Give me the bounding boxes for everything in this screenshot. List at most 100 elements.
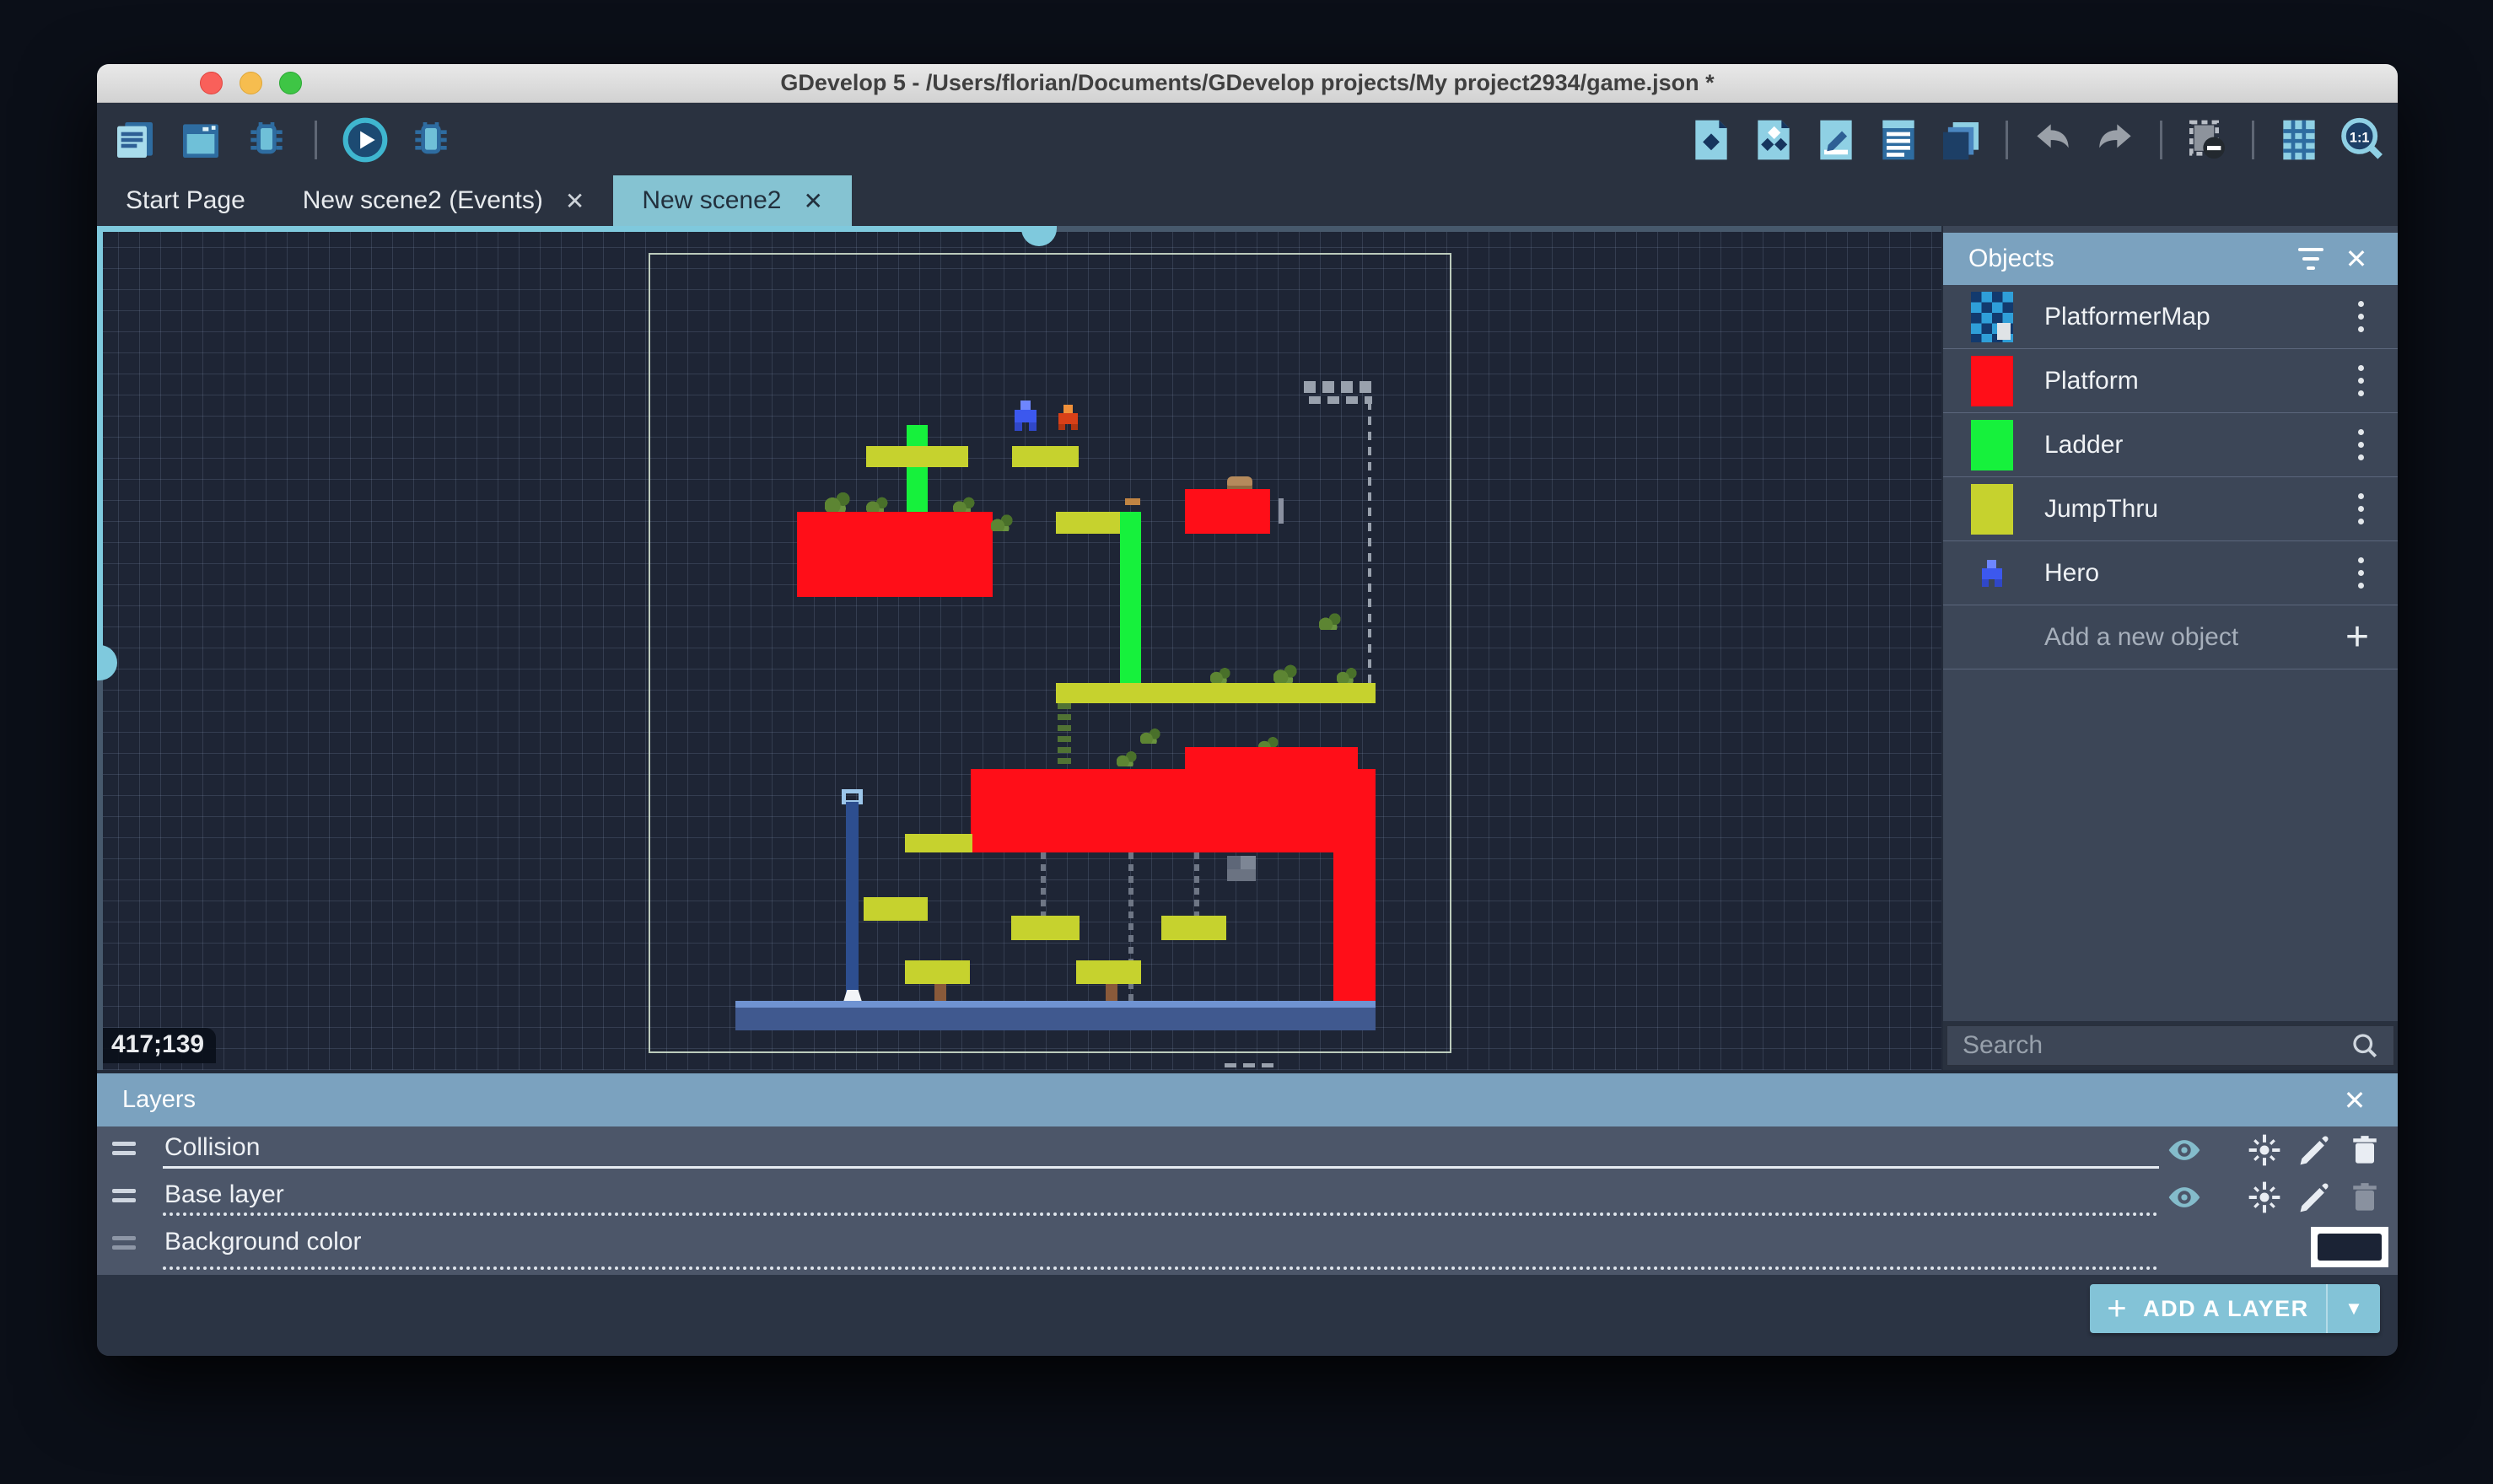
- scene-instance-graybar[interactable]: [1279, 498, 1284, 524]
- scene-instance-jump[interactable]: [866, 446, 968, 467]
- layer-row-background-color[interactable]: Background color: [97, 1221, 2398, 1275]
- scene-instance-creature[interactable]: [1227, 476, 1252, 490]
- undo-icon[interactable]: [2028, 116, 2077, 164]
- scene-editor-canvas[interactable]: 417;139: [97, 226, 1941, 1070]
- scene-instance-ladder[interactable]: [1120, 512, 1141, 683]
- scene-instance-blocks[interactable]: [1309, 396, 1372, 404]
- scene-instance-grass[interactable]: [1273, 663, 1297, 683]
- scene-instance-grass[interactable]: [1319, 611, 1341, 630]
- scene-instance-enemy[interactable]: [1058, 405, 1078, 430]
- scene-instance-jump[interactable]: [905, 960, 970, 984]
- layer-effects-icon[interactable]: [2244, 1130, 2285, 1170]
- horizontal-scrollbar-knob[interactable]: [1021, 226, 1057, 246]
- zoom-1-1-icon[interactable]: 1:1: [2337, 116, 2386, 164]
- minimize-window-button[interactable]: [240, 72, 262, 94]
- vertical-scrollbar[interactable]: [97, 226, 103, 1070]
- scene-instance-ground[interactable]: [735, 1001, 1376, 1030]
- visibility-eye-icon[interactable]: [2164, 1130, 2205, 1170]
- object-row-ladder[interactable]: Ladder: [1943, 413, 2398, 477]
- scene-instance-jump[interactable]: [1012, 446, 1079, 467]
- scene-instance-post[interactable]: [1106, 984, 1117, 1003]
- tab-new-scene2[interactable]: New scene2 ✕: [613, 175, 852, 226]
- object-menu-icon[interactable]: [2358, 429, 2364, 460]
- grid-icon[interactable]: [2275, 116, 2323, 164]
- layer-row-collision[interactable]: Collision: [97, 1126, 2398, 1174]
- delete-layer-trash-icon[interactable]: [2345, 1130, 2385, 1170]
- layer-effects-icon[interactable]: [2244, 1177, 2285, 1218]
- visibility-eye-icon[interactable]: [2164, 1177, 2205, 1218]
- close-window-button[interactable]: [200, 72, 223, 94]
- scene-instance-post[interactable]: [934, 984, 946, 1003]
- object-menu-icon[interactable]: [2358, 301, 2364, 332]
- vertical-scrollbar-knob[interactable]: [97, 645, 117, 680]
- scene-instance-hero[interactable]: [1015, 401, 1037, 431]
- scene-instance-jump[interactable]: [1011, 916, 1080, 940]
- scene-instance-grass[interactable]: [1337, 666, 1357, 683]
- properties-icon[interactable]: [1812, 116, 1860, 164]
- scene-instance-grass[interactable]: [1117, 750, 1137, 766]
- drag-handle-icon[interactable]: [112, 1189, 136, 1202]
- scene-instance-blocks[interactable]: [1225, 1063, 1273, 1067]
- drag-handle-icon[interactable]: [112, 1142, 136, 1155]
- tab-new-scene2-events[interactable]: New scene2 (Events) ✕: [274, 175, 614, 226]
- scene-instance-ladder[interactable]: [907, 425, 928, 512]
- scene-instance-dashline[interactable]: [1368, 401, 1371, 683]
- add-new-object-row[interactable]: Add a new object +: [1943, 605, 2398, 669]
- debug-network-icon[interactable]: [407, 116, 455, 164]
- scene-instance-platform[interactable]: [1333, 852, 1376, 1001]
- scene-instance-platform[interactable]: [971, 769, 1376, 852]
- add-layer-button[interactable]: + ADD A LAYER ▼: [2090, 1284, 2380, 1333]
- object-icon[interactable]: [1687, 116, 1736, 164]
- object-row-hero[interactable]: Hero: [1943, 541, 2398, 605]
- search-input[interactable]: [1961, 1030, 2350, 1061]
- scene-instance-grass[interactable]: [866, 496, 888, 513]
- scene-instance-marker[interactable]: [1125, 498, 1140, 505]
- deselect-instances-icon[interactable]: [2183, 116, 2232, 164]
- horizontal-scrollbar[interactable]: [97, 226, 1941, 232]
- object-menu-icon[interactable]: [2358, 493, 2364, 524]
- scene-instance-jump[interactable]: [905, 834, 972, 852]
- tab-start-page[interactable]: Start Page: [97, 175, 274, 226]
- project-manager-icon[interactable]: [110, 116, 159, 164]
- scene-instance-platform[interactable]: [797, 512, 993, 597]
- scene-instance-jump[interactable]: [1056, 683, 1376, 703]
- add-layer-dropdown[interactable]: ▼: [2326, 1284, 2380, 1333]
- scene-instance-grass[interactable]: [953, 496, 975, 513]
- scene-instance-grass[interactable]: [991, 513, 1013, 531]
- scene-instance-bricks[interactable]: [1227, 856, 1256, 881]
- zoom-window-button[interactable]: [279, 72, 302, 94]
- scene-instance-platform[interactable]: [1185, 747, 1358, 769]
- scene-instance-pole[interactable]: [846, 802, 859, 1004]
- scene-instance-jump[interactable]: [1076, 960, 1141, 984]
- edit-layer-pencil-icon[interactable]: [2294, 1177, 2334, 1218]
- redo-icon[interactable]: [2091, 116, 2140, 164]
- scene-instance-vine[interactable]: [1058, 703, 1071, 772]
- scene-instance-grass[interactable]: [1140, 727, 1160, 744]
- close-objects-panel-icon[interactable]: ✕: [2334, 236, 2379, 282]
- scene-instance-blocks[interactable]: [1304, 381, 1376, 393]
- object-menu-icon[interactable]: [2358, 365, 2364, 396]
- scene-instance-platform[interactable]: [1185, 489, 1270, 534]
- layer-row-base-layer[interactable]: Base layer: [97, 1174, 2398, 1221]
- edit-layer-pencil-icon[interactable]: [2294, 1130, 2334, 1170]
- close-tab-icon[interactable]: ✕: [803, 187, 822, 215]
- close-tab-icon[interactable]: ✕: [565, 187, 584, 215]
- objects-group-icon[interactable]: [1749, 116, 1798, 164]
- debug-icon[interactable]: [242, 116, 291, 164]
- object-row-jumpthru[interactable]: JumpThru: [1943, 477, 2398, 541]
- object-row-platformermap[interactable]: PlatformerMap: [1943, 285, 2398, 349]
- preview-window-icon[interactable]: [176, 116, 225, 164]
- filter-icon[interactable]: [2288, 236, 2334, 282]
- background-color-swatch[interactable]: [2311, 1227, 2388, 1267]
- layers-icon[interactable]: [1936, 116, 1985, 164]
- scene-instance-grass[interactable]: [1210, 666, 1230, 683]
- object-menu-icon[interactable]: [2358, 557, 2364, 589]
- close-layers-panel-icon[interactable]: ✕: [2332, 1078, 2377, 1123]
- objects-search-box[interactable]: [1946, 1025, 2394, 1066]
- scene-instance-jump[interactable]: [864, 897, 928, 921]
- play-icon[interactable]: [341, 116, 390, 164]
- object-row-platform[interactable]: Platform: [1943, 349, 2398, 413]
- scene-instance-grass[interactable]: [825, 490, 850, 512]
- instances-list-icon[interactable]: [1874, 116, 1923, 164]
- scene-instance-jump[interactable]: [1161, 916, 1226, 940]
